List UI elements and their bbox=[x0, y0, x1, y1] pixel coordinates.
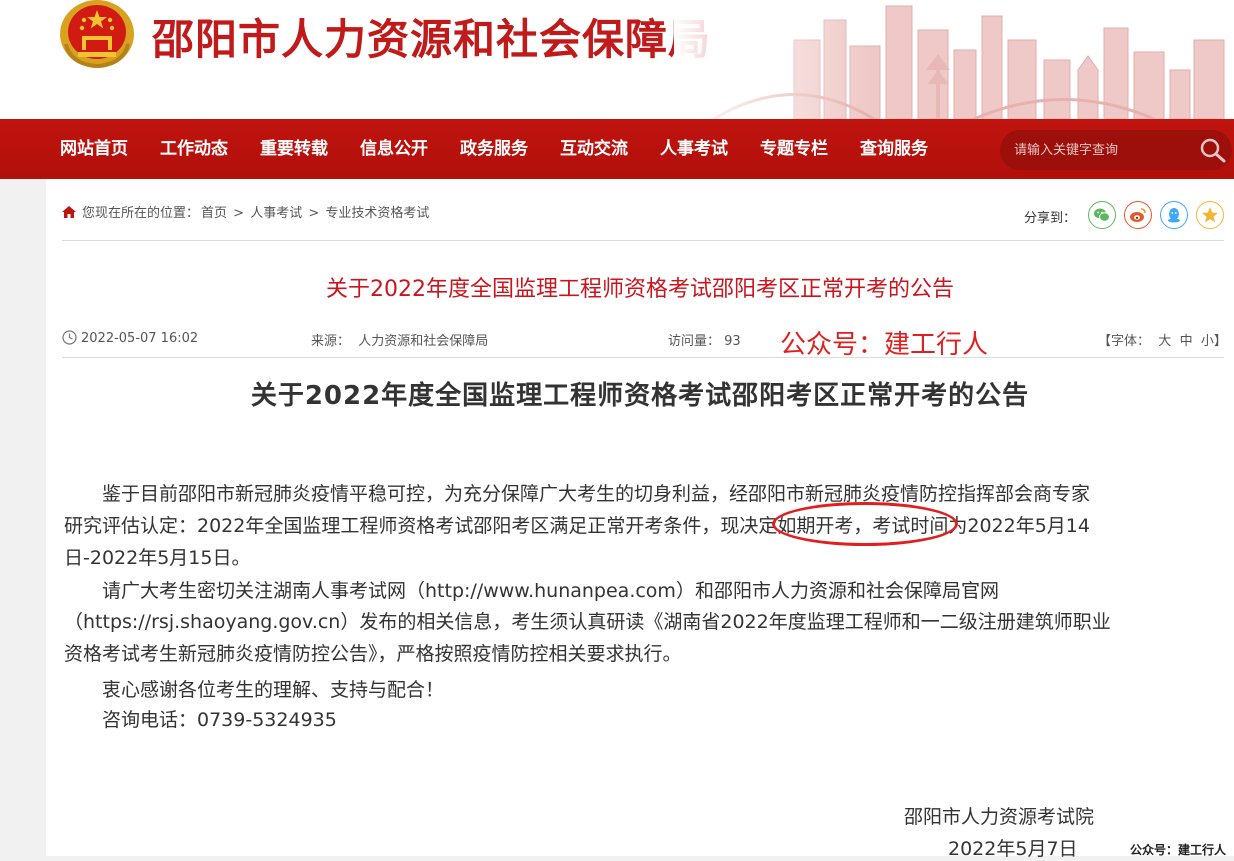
article-title: 关于2022年度全国监理工程师资格考试邵阳考区正常开考的公告 bbox=[250, 381, 1030, 411]
nav-item-query-services[interactable]: 查询服务 bbox=[860, 119, 928, 179]
share-label: 分享到： bbox=[1024, 211, 1077, 226]
share-wechat-button[interactable] bbox=[1088, 201, 1116, 229]
site-title: 邵阳市人力资源和社会保障局 bbox=[152, 15, 712, 64]
publish-date: 2022-05-07 16:02 bbox=[62, 330, 198, 346]
article-paragraph-line: （https://rsj.shaoyang.gov.cn）发布的相关信息，考生须… bbox=[64, 611, 1111, 633]
wechat-account-watermark: 公众号：建工行人 bbox=[780, 330, 989, 360]
font-size-close: 】 bbox=[1213, 334, 1227, 349]
article-paragraph-line: 请广大考生密切关注湖南人事考试网（http://www.hunanpea.com… bbox=[64, 580, 999, 602]
font-size-controls: 【字体： 大 中 小】 bbox=[1098, 330, 1227, 349]
font-size-small[interactable]: 小 bbox=[1201, 334, 1214, 349]
qq-icon bbox=[1168, 208, 1180, 223]
article-panel: 您现在所在的位置： 首页 > 人事考试 > 专业技术资格考试 分享到： 关于20… bbox=[46, 179, 1234, 860]
weibo-icon bbox=[1130, 208, 1146, 222]
qzone-star-icon bbox=[1202, 207, 1218, 223]
article-paragraph-line: 衷心感谢各位考生的理解、支持与配合！ bbox=[64, 679, 445, 701]
article-paragraph-line: 日-2022年5月15日。 bbox=[64, 547, 251, 569]
share-qzone-button[interactable] bbox=[1196, 201, 1224, 229]
sign-date: 2022年5月7日 bbox=[948, 838, 1078, 860]
nav-item-personnel-exams[interactable]: 人事考试 bbox=[660, 119, 728, 179]
national-emblem-icon bbox=[60, 0, 134, 69]
share-weibo-button[interactable] bbox=[1124, 201, 1152, 229]
signature: 邵阳市人力资源考试院 bbox=[904, 806, 1095, 828]
breadcrumb-separator: > bbox=[308, 206, 320, 221]
wechat-icon bbox=[1094, 208, 1110, 222]
article-headline: 关于2022年度全国监理工程师资格考试邵阳考区正常开考的公告 bbox=[326, 277, 954, 302]
search-icon[interactable] bbox=[1198, 136, 1228, 164]
nav-item-work-news[interactable]: 工作动态 bbox=[160, 119, 228, 179]
source-value: 人力资源和社会保障局 bbox=[358, 334, 489, 349]
nav-item-info-disclosure[interactable]: 信息公开 bbox=[360, 119, 428, 179]
corner-watermark: 公众号：建工行人 bbox=[1130, 843, 1227, 857]
site-header: 邵阳市人力资源和社会保障局 bbox=[0, 0, 1234, 119]
city-skyline-banner bbox=[674, 0, 1234, 119]
clock-icon bbox=[62, 330, 77, 345]
article-paragraph-line: 资格考试考生新冠肺炎疫情防控公告》，严格按照疫情防控相关要求执行。 bbox=[64, 643, 682, 665]
nav-item-interaction[interactable]: 互动交流 bbox=[560, 119, 628, 179]
breadcrumb-divider bbox=[62, 240, 1224, 241]
font-size-label: 【字体： bbox=[1098, 334, 1151, 349]
highlight-circle-annotation bbox=[772, 502, 958, 546]
publish-date-value: 2022-05-07 16:02 bbox=[81, 331, 199, 346]
font-size-medium[interactable]: 中 bbox=[1180, 334, 1193, 349]
breadcrumb: 您现在所在的位置： 首页 > 人事考试 > 专业技术资格考试 bbox=[62, 202, 429, 221]
nav-item-reprints[interactable]: 重要转载 bbox=[260, 119, 328, 179]
font-size-large[interactable]: 大 bbox=[1158, 334, 1171, 349]
visits-value: 93 bbox=[724, 334, 741, 349]
share-qq-button[interactable] bbox=[1160, 201, 1188, 229]
visit-count: 访问量： 93 bbox=[668, 330, 741, 349]
article-source: 来源： 人力资源和社会保障局 bbox=[311, 330, 488, 349]
article-paragraph-line: 咨询电话：0739-5324935 bbox=[64, 709, 337, 731]
visits-label: 访问量： bbox=[668, 334, 721, 349]
nav-item-special-topics[interactable]: 专题专栏 bbox=[760, 119, 828, 179]
breadcrumb-home[interactable]: 首页 bbox=[201, 206, 227, 221]
search-input[interactable] bbox=[1014, 130, 1194, 170]
nav-item-gov-services[interactable]: 政务服务 bbox=[460, 119, 528, 179]
breadcrumb-prefix: 您现在所在的位置： bbox=[82, 206, 200, 221]
meta-divider bbox=[62, 357, 1224, 358]
article-paragraph-line: 鉴于目前邵阳市新冠肺炎疫情平稳可控，为充分保障广大考生的切身利益，经邵阳市新冠肺… bbox=[64, 483, 1091, 505]
breadcrumb-personnel-exams[interactable]: 人事考试 bbox=[250, 206, 302, 221]
home-icon bbox=[62, 206, 76, 218]
nav-item-home[interactable]: 网站首页 bbox=[60, 119, 128, 179]
breadcrumb-professional-exams[interactable]: 专业技术资格考试 bbox=[325, 206, 429, 221]
search-box bbox=[1000, 130, 1232, 170]
breadcrumb-separator: > bbox=[233, 206, 245, 221]
source-label: 来源： bbox=[311, 334, 351, 349]
